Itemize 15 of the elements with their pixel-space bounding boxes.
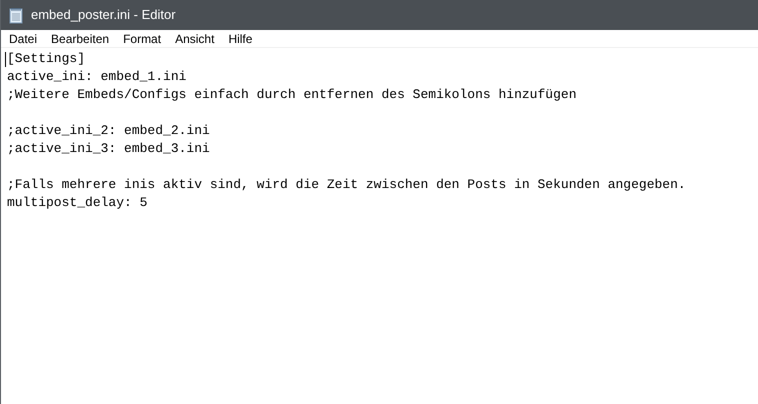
text-caret <box>5 52 6 67</box>
text-line: ;Weitere Embeds/Configs einfach durch entfernen des Semikolons hinzufügen <box>7 86 576 104</box>
text-line: active_ini: embed_1.ini <box>7 68 186 86</box>
text-line: ;active_ini_2: embed_2.ini <box>7 122 210 140</box>
text-line: ;active_ini_3: embed_3.ini <box>7 140 210 158</box>
text-line: ;Falls mehrere inis aktiv sind, wird die Zeit zwischen den Posts in Sekunden angegeben. <box>7 176 686 194</box>
menu-item[interactable]: Datei <box>9 30 38 48</box>
text-line: [Settings] <box>7 50 86 68</box>
menu-item[interactable]: Ansicht <box>175 30 214 48</box>
menu-item[interactable]: Format <box>123 30 162 48</box>
window-title: embed_poster.ini - Editor <box>31 6 176 24</box>
menu-item[interactable]: Bearbeiten <box>51 30 110 48</box>
menu-item[interactable]: Hilfe <box>228 30 252 48</box>
text-line: multipost_delay: 5 <box>7 194 148 212</box>
notepad-icon <box>9 6 23 24</box>
